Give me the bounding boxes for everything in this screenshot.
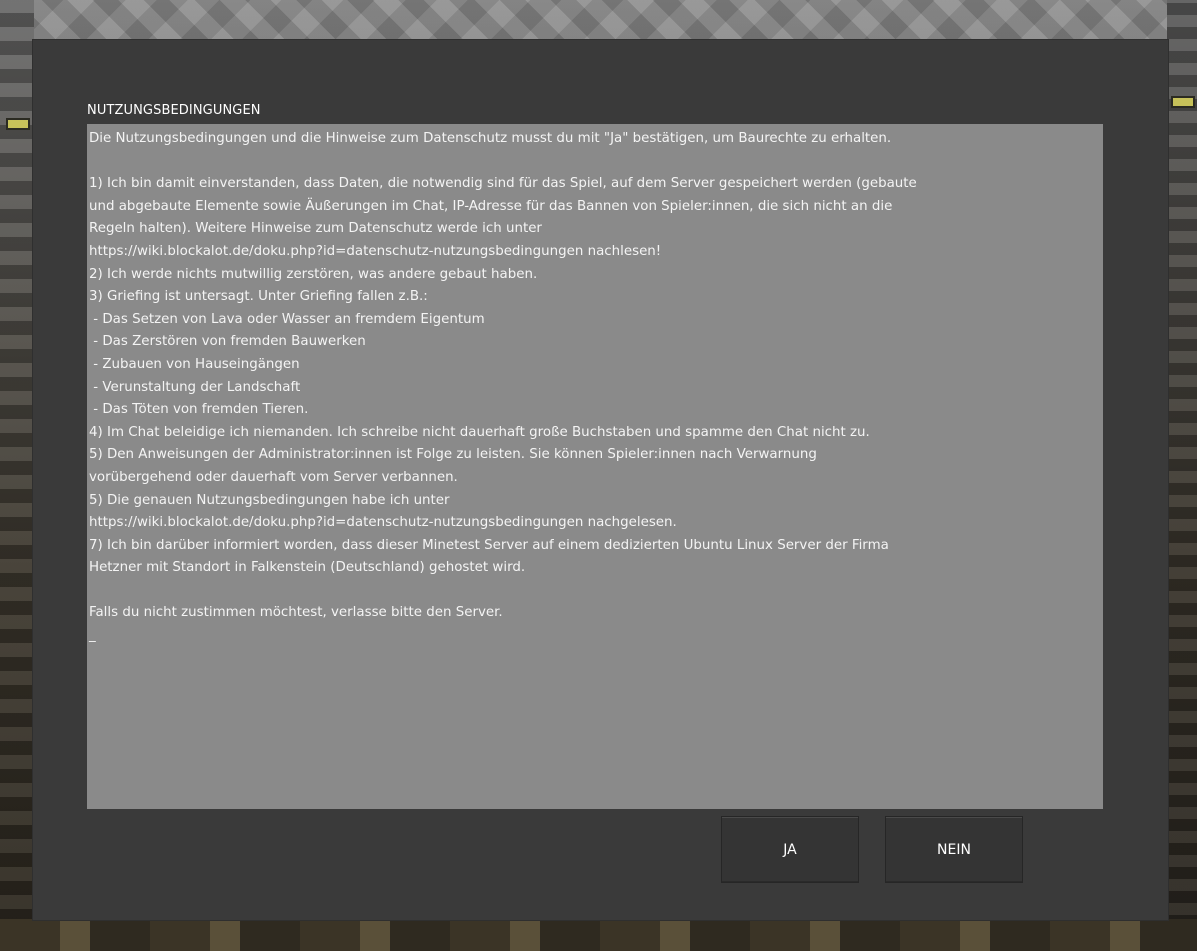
wall-right [1167,0,1197,951]
terms-line: - Verunstaltung der Landschaft [89,379,301,395]
terms-line: Regeln halten). Weitere Hinweise zum Dat… [89,221,542,237]
terms-line: 1) Ich bin damit einverstanden, dass Dat… [89,176,917,192]
terms-line: 4) Im Chat beleidige ich niemanden. Ich … [89,424,870,440]
terms-text: Die Nutzungsbedingungen und die Hinweise… [89,128,1101,625]
decline-button[interactable]: NEIN [885,816,1023,883]
terms-line: Hetzner mit Standort in Falkenstein (Deu… [89,560,526,576]
terms-line: 7) Ich bin darüber informiert worden, da… [89,537,889,553]
terms-line: 5) Die genauen Nutzungsbedingungen habe … [89,492,450,508]
floor [0,919,1197,951]
terms-line: 2) Ich werde nichts mutwillig zerstören,… [89,266,538,282]
terms-line: Die Nutzungsbedingungen und die Hinweise… [89,131,892,146]
text-cursor: _ [89,628,96,644]
dialog-title: NUTZUNGSBEDINGUNGEN [87,103,261,118]
terms-line: 5) Den Anweisungen der Administrator:inn… [89,447,817,463]
terms-line: - Zubauen von Hauseingängen [89,356,300,372]
accept-button[interactable]: JA [721,816,859,883]
terms-line [89,151,1101,174]
terms-line: und abgebaute Elemente sowie Äußerungen … [89,198,893,214]
terms-line: 3) Griefing ist untersagt. Unter Griefin… [89,289,428,305]
terms-line: - Das Zerstören von fremden Bauwerken [89,334,366,350]
wall-marker [8,120,28,128]
terms-textarea[interactable]: Die Nutzungsbedingungen und die Hinweise… [87,124,1103,809]
terms-line: - Das Töten von fremden Tieren. [89,402,309,418]
terms-line: vorübergehend oder dauerhaft vom Server … [89,469,458,485]
terms-line [89,580,1101,603]
wall-left [0,0,34,951]
terms-line: Falls du nicht zustimmen möchtest, verla… [89,605,503,621]
terms-line: https://wiki.blockalot.de/doku.php?id=da… [89,515,677,531]
wall-marker [1173,98,1193,106]
terms-line: https://wiki.blockalot.de/doku.php?id=da… [89,243,662,259]
terms-line: - Das Setzen von Lava oder Wasser an fre… [89,311,485,327]
